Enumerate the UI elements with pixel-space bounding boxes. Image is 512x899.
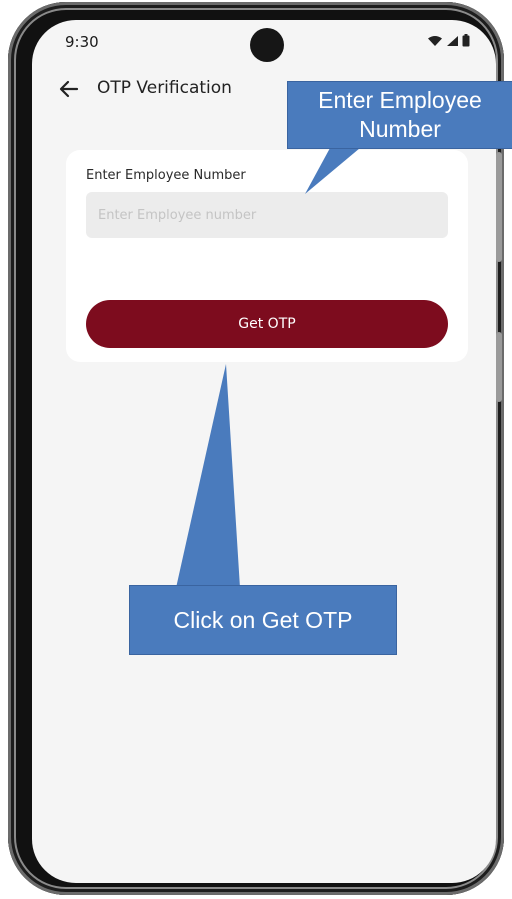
- callout-line-1: Enter Employee: [318, 87, 482, 113]
- employee-number-input[interactable]: [86, 192, 448, 238]
- employee-form-card: Enter Employee Number Get OTP: [66, 150, 468, 362]
- arrow-left-icon[interactable]: [56, 76, 82, 102]
- battery-icon: [462, 34, 470, 47]
- status-icons: [427, 34, 470, 47]
- status-time: 9:30: [65, 33, 99, 51]
- signal-icon: [447, 35, 458, 46]
- get-otp-callout: Click on Get OTP: [130, 586, 396, 654]
- status-bar: 9:30: [32, 20, 496, 64]
- volume-button: [496, 152, 502, 262]
- enter-employee-callout: Enter Employee Number: [288, 82, 512, 148]
- phone-screen: 9:30 OTP Verification Enter Employee Num…: [32, 20, 496, 883]
- power-button: [496, 332, 502, 402]
- front-camera: [250, 28, 284, 62]
- get-otp-button[interactable]: Get OTP: [86, 300, 448, 348]
- callout-line-2: Number: [359, 116, 441, 142]
- wifi-icon: [428, 35, 442, 46]
- employee-number-label: Enter Employee Number: [86, 168, 246, 183]
- page-title: OTP Verification: [97, 78, 232, 98]
